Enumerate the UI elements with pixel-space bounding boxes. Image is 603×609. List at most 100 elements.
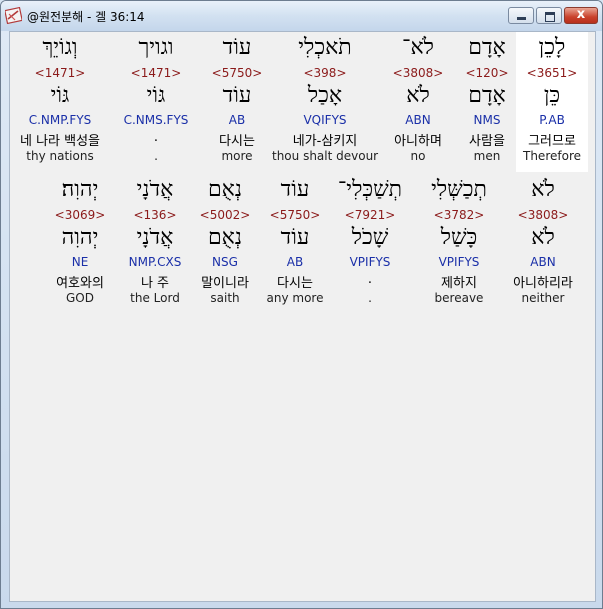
hebrew-word: לֹא־ — [402, 35, 434, 60]
strong-number: <3782> — [433, 208, 485, 222]
hebrew-word: נְאֻם — [207, 177, 243, 202]
word-cell[interactable]: תְשַׁכְּלִי־ <7921> שָׁכֹל VPIFYS.. — [330, 174, 410, 314]
korean-gloss: 여호와의 — [56, 276, 104, 291]
korean-gloss: 사람을 — [469, 134, 505, 149]
word-cell[interactable]: לֹא־ <3808> לֹא ABN 아니하며 no — [378, 32, 458, 172]
word-cell[interactable]: אָדָם <120> אָדָם NMS 사람을 men — [458, 32, 516, 172]
word-cell[interactable]: תֹאכְלִי <398> אָכַל VQIFYS 네가-삼키지 thou shalt… — [272, 32, 378, 172]
strong-number: <5002> — [199, 208, 251, 222]
word-row-1: וְגוֹיֵךְ <1471> גּוֹי C.NMP.FYS 네 나라 백성을 thy… — [10, 32, 595, 172]
main-window: @원전분해 - 겔 36:14 x וְגוֹיֵךְ <1471> גּוֹי C.… — [0, 0, 603, 609]
parse-code: VPIFYS — [349, 255, 391, 269]
english-gloss: any more — [266, 291, 324, 305]
word-cell[interactable]: עוֹד <5750> עוֹד AB 다시는 more — [202, 32, 272, 172]
english-gloss: more — [221, 149, 253, 163]
strong-number: <5750> — [269, 208, 321, 222]
lemma-word: גּוֹי — [146, 83, 166, 108]
word-cell[interactable]: עוֹד <5750> עוֹד AB 다시는 any more — [260, 174, 330, 314]
parse-code: VPIFYS — [438, 255, 480, 269]
lemma-word: עוֹד — [280, 225, 310, 250]
english-gloss: thou shalt devour — [272, 149, 379, 163]
english-gloss: saith — [210, 291, 240, 305]
strong-number: <1471> — [130, 66, 182, 80]
minimize-button[interactable] — [508, 7, 534, 24]
word-cell[interactable]: תְכַשְּׁלִי <3782> כָּשַׁל VPIFYS 제하지 bereave — [410, 174, 508, 314]
hebrew-word: תְשַׁכְּלִי־ — [337, 177, 403, 202]
lemma-word: גּוֹי — [50, 83, 70, 108]
word-cell[interactable]: וְגוֹיֵךְ <1471> גּוֹי C.NMP.FYS 네 나라 백성을 thy… — [10, 32, 110, 172]
word-cell[interactable]: לָכֵן <3651> כֵּן P.AB 그러므로 Therefore — [516, 32, 588, 172]
english-gloss: thy nations — [26, 149, 94, 163]
lemma-word: נְאֻם — [207, 225, 243, 250]
hebrew-word: אָדָם — [468, 35, 506, 60]
parse-code: NMS — [473, 113, 501, 127]
parse-code: NE — [71, 255, 89, 269]
parse-code: NMP.CXS — [128, 255, 182, 269]
book-icon[interactable] — [5, 7, 22, 24]
korean-gloss: . — [153, 130, 159, 145]
english-gloss: no — [410, 149, 426, 163]
english-gloss: . — [154, 149, 158, 163]
lemma-word: לֹא — [406, 83, 430, 108]
lemma-word: שָׁכֹל — [351, 225, 389, 250]
strong-number: <3808> — [517, 208, 569, 222]
english-gloss: Therefore — [523, 149, 581, 163]
hebrew-word: וגויך — [138, 35, 174, 60]
korean-gloss: 아니하며 — [394, 134, 442, 149]
parse-code: ABN — [530, 255, 556, 269]
word-cell[interactable]: וגויך <1471> גּוֹי C.NMS.FYS.. — [113, 32, 199, 172]
lemma-word: אֲדֹנָי — [136, 225, 174, 250]
title-bar[interactable]: @원전분해 - 겔 36:14 x — [1, 1, 602, 31]
word-cell[interactable]: אֲדֹנָי <136> אֲדֹנָי NMP.CXS 나 주 the Lord — [120, 174, 190, 314]
hebrew-word: אֲדֹנָי — [136, 177, 174, 202]
parse-code: C.NMS.FYS — [123, 113, 189, 127]
hebrew-word: תְכַשְּׁלִי — [431, 177, 487, 202]
korean-gloss: 말이니라 — [201, 276, 249, 291]
parse-code: C.NMP.FYS — [28, 113, 92, 127]
close-button[interactable]: x — [564, 7, 598, 24]
lemma-word: עוֹד — [222, 83, 252, 108]
strong-number: <398> — [303, 66, 347, 80]
word-cell[interactable]: לֹא <3808> לֹא ABN 아니하리라 neither — [508, 174, 578, 314]
strong-number: <3808> — [392, 66, 444, 80]
hebrew-word: וְגוֹיֵךְ — [42, 35, 78, 60]
word-cell[interactable]: יְהוִה׃ <3069> יְהוִה NE 여호와의 GOD — [40, 174, 120, 314]
parse-code: AB — [286, 255, 304, 269]
hebrew-word: לֹא — [531, 177, 555, 202]
parse-code: VQIFYS — [303, 113, 347, 127]
lemma-word: אָכַל — [307, 83, 343, 108]
english-gloss: GOD — [66, 291, 94, 305]
korean-gloss: 다시는 — [277, 276, 313, 291]
maximize-icon — [545, 12, 555, 22]
hebrew-word: עוֹד — [280, 177, 310, 202]
hebrew-word: תֹאכְלִי — [298, 35, 352, 60]
parse-code: NSG — [212, 255, 238, 269]
lemma-word: לֹא — [531, 225, 555, 250]
verse-analysis-panel: וְגוֹיֵךְ <1471> גּוֹי C.NMP.FYS 네 나라 백성을 thy… — [9, 31, 596, 602]
lemma-word: יְהוִה — [61, 225, 99, 250]
lemma-word: כָּשַׁל — [440, 225, 478, 250]
word-row-2: יְהוִה׃ <3069> יְהוִה NE 여호와의 GOD אֲדֹנָי <136>… — [10, 174, 595, 314]
korean-gloss: 그러므로 — [528, 134, 576, 149]
word-cell[interactable]: נְאֻם <5002> נְאֻם NSG 말이니라 saith — [190, 174, 260, 314]
parse-code: AB — [228, 113, 246, 127]
strong-number: <3651> — [526, 66, 578, 80]
hebrew-word: יְהוִה׃ — [61, 177, 99, 202]
korean-gloss: . — [367, 272, 373, 287]
hebrew-word: עוֹד — [222, 35, 252, 60]
parse-code: P.AB — [539, 113, 565, 127]
lemma-word: כֵּן — [543, 83, 561, 108]
english-gloss: men — [473, 149, 501, 163]
korean-gloss: 나 주 — [140, 276, 170, 291]
lemma-word: אָדָם — [468, 83, 506, 108]
window-title: @원전분해 - 겔 36:14 — [27, 10, 145, 24]
strong-number: <1471> — [34, 66, 86, 80]
strong-number: <3069> — [54, 208, 106, 222]
strong-number: <5750> — [211, 66, 263, 80]
close-icon: x — [576, 7, 586, 22]
strong-number: <7921> — [344, 208, 396, 222]
english-gloss: the Lord — [130, 291, 180, 305]
maximize-button[interactable] — [536, 7, 562, 24]
parse-code: ABN — [405, 113, 431, 127]
english-gloss: . — [368, 291, 372, 305]
